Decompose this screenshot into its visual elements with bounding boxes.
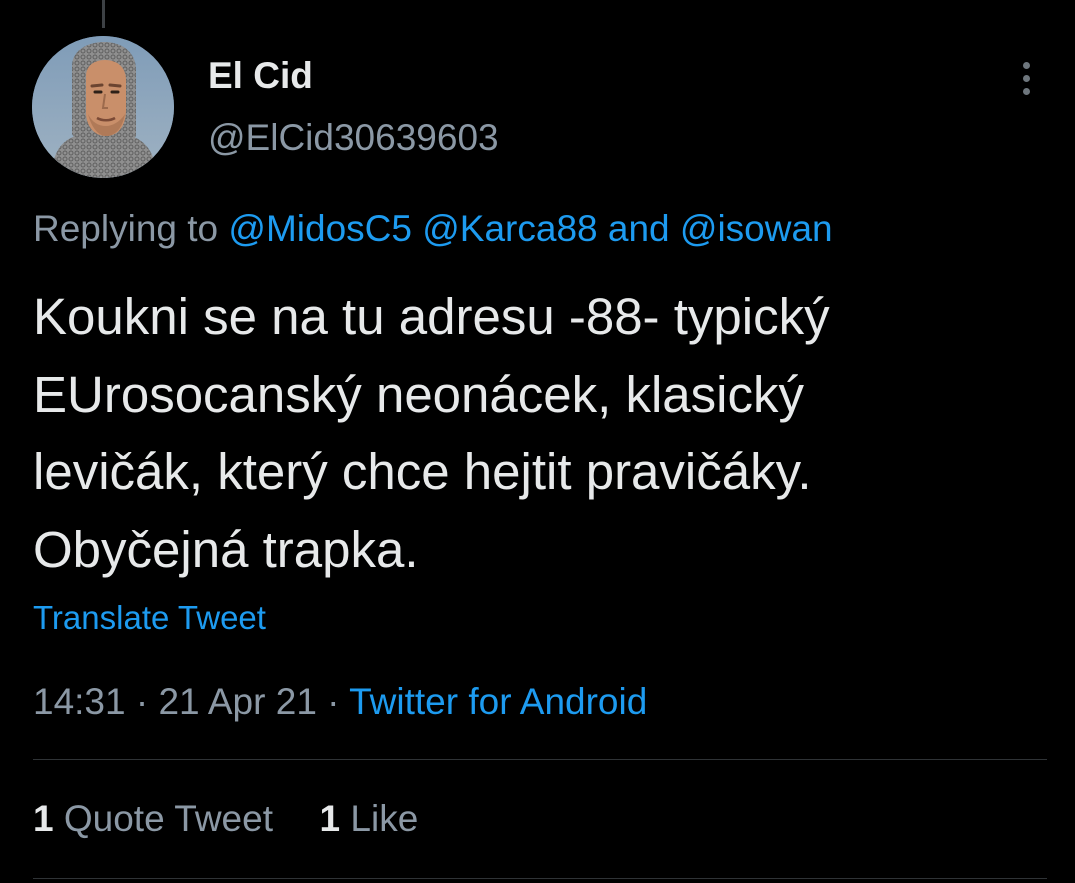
replying-to-label: Replying to xyxy=(33,208,219,249)
likes-label: Like xyxy=(350,798,419,839)
tweet-stats: 1 Quote Tweet 1 Like xyxy=(33,796,418,842)
mention-link[interactable]: @MidosC5 xyxy=(228,208,412,249)
divider xyxy=(33,759,1047,760)
tweet-text: Koukni se na tu adresu -88- typický EUro… xyxy=(33,288,830,578)
avatar[interactable] xyxy=(32,36,174,178)
tweet-date[interactable]: 21 Apr 21 xyxy=(158,681,316,722)
tweet-source-link[interactable]: Twitter for Android xyxy=(349,681,647,722)
likes-stat[interactable]: 1 Like xyxy=(320,798,419,839)
quote-tweets-label: Quote Tweet xyxy=(63,798,273,839)
author-display-name[interactable]: El Cid xyxy=(208,54,313,98)
tweet-time[interactable]: 14:31 xyxy=(33,681,126,722)
mention-link[interactable]: @Karca88 xyxy=(422,208,597,249)
reply-context: Replying to @MidosC5 @Karca88 and @isowa… xyxy=(33,206,833,252)
likes-count: 1 xyxy=(319,798,341,839)
mention-and-label[interactable]: and xyxy=(608,208,670,249)
mention-link[interactable]: @isowan xyxy=(680,208,833,249)
thread-connector-line xyxy=(102,0,105,28)
divider xyxy=(33,878,1047,879)
tweet-metadata: 14:31 · 21 Apr 21 · Twitter for Android xyxy=(33,679,647,725)
author-handle[interactable]: @ElCid30639603 xyxy=(208,116,499,160)
meta-separator: · xyxy=(135,681,149,722)
quote-tweets-stat[interactable]: 1 Quote Tweet xyxy=(33,798,273,839)
quote-tweets-count: 1 xyxy=(33,798,54,839)
avatar-image xyxy=(32,36,174,178)
more-options-button[interactable] xyxy=(1012,58,1042,98)
meta-separator: · xyxy=(327,681,340,722)
translate-tweet-link[interactable]: Translate Tweet xyxy=(33,597,266,639)
